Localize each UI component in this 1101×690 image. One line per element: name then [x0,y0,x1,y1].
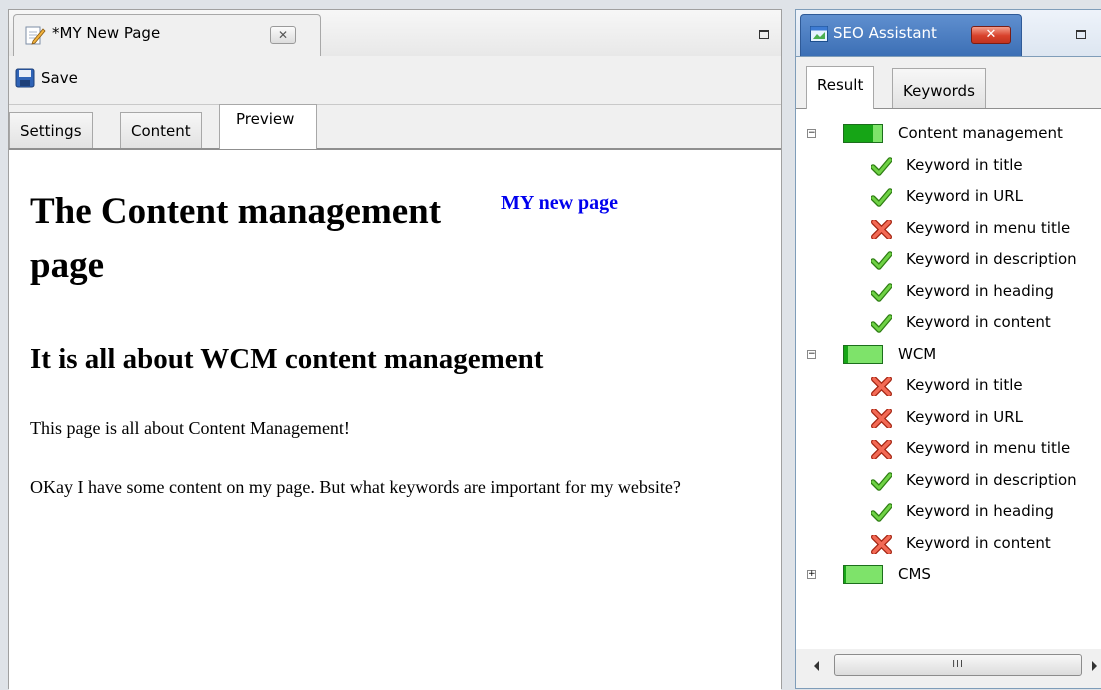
check-ok-icon [870,156,893,176]
collapse-icon[interactable]: − [807,349,816,359]
save-button[interactable]: Save [15,66,78,90]
collapse-icon[interactable]: − [807,129,816,138]
check-ok-icon [870,188,893,207]
check-fail-icon [871,218,892,240]
keyword-check-item[interactable]: Keyword in menu title [796,216,1101,244]
keyword-check-item[interactable]: Keyword in URL [796,405,1101,433]
editor-tab-title: *MY New Page [52,24,161,42]
check-label: Keyword in title [906,376,1023,394]
page-link[interactable]: MY new page [501,192,618,215]
check-label: Keyword in heading [906,281,1054,300]
seo-assistant-tab[interactable]: SEO Assistant ✕ [800,14,1022,56]
check-label: Keyword in description [906,470,1077,489]
seo-result-tree: − Content management Keyword in title Keywo… [796,109,1101,649]
keyword-score-bar [843,344,883,364]
preview-heading-1: The Content management page [30,191,442,286]
tab-keywords[interactable]: Keywords [892,68,986,108]
check-label: Keyword in heading [906,502,1054,520]
keyword-node[interactable]: − Content management [796,121,1101,149]
page-preview: MY new page The Content management page … [9,149,781,690]
maximize-icon[interactable] [759,30,769,39]
keyword-node[interactable]: + CMS [796,562,1101,590]
check-ok-icon [870,282,893,302]
check-fail-icon [871,407,892,429]
keyword-check-item[interactable]: Keyword in description [796,468,1101,496]
editor-toolbar: Save [9,56,781,105]
keyword-check-item[interactable]: Keyword in content [796,531,1101,559]
editor-tab-bar: *MY New Page ✕ [9,10,781,57]
check-label: Keyword in menu title [906,439,1071,457]
preview-heading-2: It is all about WCM content management [30,343,544,375]
keyword-check-item[interactable]: Keyword in title [796,373,1101,401]
keyword-check-item[interactable]: Keyword in heading [796,279,1101,307]
editor-subtabs: Settings Content Preview [9,104,781,149]
keyword-score-bar [843,565,883,584]
close-tab-button[interactable]: ✕ [270,26,296,44]
seo-assistant-title: SEO Assistant [833,24,937,42]
check-label: Keyword in content [906,313,1051,331]
keyword-score-bar [843,124,883,143]
keyword-score-fill [844,566,846,583]
keyword-check-item[interactable]: Keyword in content [796,310,1101,338]
keyword-score-fill [844,345,848,363]
keyword-score-fill [844,125,873,142]
seo-subtabs: Result Keywords [796,56,1101,109]
check-label: Keyword in menu title [906,218,1071,237]
keyword-check-item[interactable]: Keyword in description [796,247,1101,275]
keyword-check-item[interactable]: Keyword in heading [796,499,1101,527]
keyword-check-item[interactable]: Keyword in menu title [796,436,1101,464]
tab-content[interactable]: Content [120,112,202,148]
keyword-label: Content management [898,124,1063,142]
tab-result[interactable]: Result [806,66,875,109]
tab-preview[interactable]: Preview [219,104,317,149]
check-ok-icon [870,314,893,333]
horizontal-scrollbar[interactable]: III [796,651,1101,681]
editor-tab[interactable]: *MY New Page ✕ [13,14,321,56]
preview-paragraph: This page is all about Content Managemen… [30,418,350,438]
check-label: Keyword in URL [906,407,1024,426]
page-editor-panel: *MY New Page ✕ Save Settings Content Pre… [8,9,782,690]
tab-settings[interactable]: Settings [9,112,93,148]
check-label: Keyword in URL [906,187,1024,205]
keyword-check-item[interactable]: Keyword in title [796,153,1101,181]
preview-paragraph: OKay I have some content on my page. But… [30,477,681,497]
check-label: Keyword in content [906,533,1051,552]
scroll-right-arrow-icon[interactable] [1092,661,1097,671]
check-fail-icon [871,439,892,460]
close-panel-button[interactable]: ✕ [971,26,1011,44]
seo-assistant-icon [810,26,828,42]
check-label: Keyword in title [906,155,1023,174]
maximize-icon[interactable] [1076,30,1086,39]
keyword-check-item[interactable]: Keyword in URL [796,184,1101,212]
keyword-label: CMS [898,565,931,583]
scroll-left-arrow-icon[interactable] [814,661,819,671]
save-icon [15,68,35,88]
edit-page-icon [25,26,46,45]
expand-icon[interactable]: + [807,570,816,579]
keyword-node[interactable]: − WCM [796,342,1101,370]
check-ok-icon [870,251,893,270]
check-ok-icon [870,471,893,491]
scrollbar-thumb[interactable]: III [834,654,1082,676]
check-ok-icon [870,503,893,522]
check-fail-icon [871,376,892,397]
save-label: Save [41,69,78,87]
seo-tab-bar: SEO Assistant ✕ [796,10,1101,57]
check-fail-icon [871,533,892,555]
check-label: Keyword in description [906,250,1077,268]
keyword-label: WCM [898,344,937,363]
seo-assistant-panel: SEO Assistant ✕ Result Keywords − Content… [795,9,1101,689]
